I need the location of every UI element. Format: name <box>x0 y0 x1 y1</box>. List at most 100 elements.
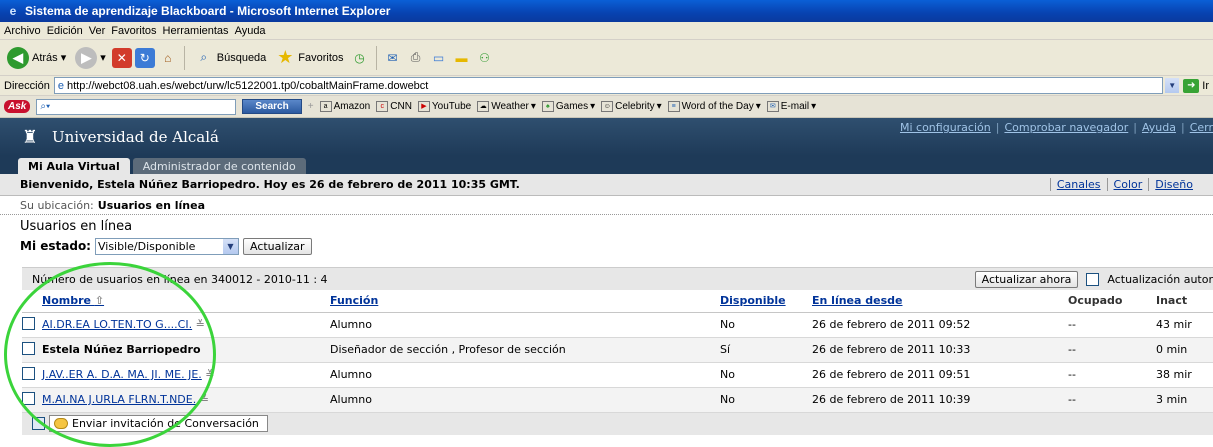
menu-herramientas[interactable]: Herramientas <box>163 25 235 37</box>
address-dropdown[interactable]: ▼ <box>1163 77 1180 94</box>
user-role: Alumno <box>330 387 720 413</box>
browser-toolbar: ◀ Atrás ▾ ▶ ▾ ✕ ↻ ⌂ ⌕ Búsqueda ★ Favorit… <box>0 40 1213 76</box>
forward-arrow-icon: ▶ <box>75 46 98 69</box>
messenger-icon[interactable]: ⚇ <box>475 48 495 68</box>
email-icon: ✉ <box>766 101 779 112</box>
user-online-since: 26 de febrero de 2011 09:51 <box>812 362 1068 388</box>
auto-update-label: Actualización autor <box>1107 272 1213 286</box>
user-role: Alumno <box>330 312 720 338</box>
menu-favoritos[interactable]: Favoritos <box>111 25 162 37</box>
tab-administrador-contenido[interactable]: Administrador de contenido <box>132 158 306 174</box>
link-ayuda[interactable]: Ayuda <box>1142 121 1176 134</box>
link-color[interactable]: Color <box>1106 178 1149 191</box>
row-checkbox[interactable] <box>22 341 35 355</box>
forward-button[interactable]: ▶ ▾ <box>72 45 109 71</box>
toolbar-separator <box>183 45 185 70</box>
online-count: Número de usuarios en línea en 340012 - … <box>32 272 328 286</box>
user-name-link[interactable]: J.AV..ER A. D.A. MA. JI. ME. JE. <box>42 368 202 381</box>
user-online-since: 26 de febrero de 2011 10:39 <box>812 387 1068 413</box>
favorites-button[interactable]: ★ Favoritos <box>272 46 346 70</box>
ask-toolbar: Ask ⌕▾ Search + a Amazon c CNN ▶ YouTube ☁ W… <box>0 96 1213 118</box>
back-button[interactable]: ◀ Atrás ▾ <box>4 45 69 71</box>
print-icon[interactable]: ⎙ <box>406 48 426 68</box>
back-arrow-icon: ◀ <box>7 46 29 69</box>
ask-item-weather[interactable]: ☁ Weather ▾ <box>477 101 536 112</box>
user-busy: -- <box>1068 337 1156 363</box>
book-icon: ≡ <box>667 101 680 112</box>
ask-item-email[interactable]: ✉ E-mail ▾ <box>766 101 816 112</box>
folder-icon[interactable]: ▬ <box>452 48 472 68</box>
select-all-checkbox[interactable] <box>32 417 45 430</box>
ask-item-games[interactable]: ♠ Games ▾ <box>541 101 595 112</box>
profile-icon: ≚ <box>199 393 209 406</box>
column-funcion[interactable]: Función <box>330 290 720 313</box>
ask-item-celebrity[interactable]: ☺ Celebrity ▾ <box>601 101 662 112</box>
link-mi-configuracion[interactable]: Mi configuración <box>900 121 991 134</box>
toolbar-divider-icon: + <box>307 101 314 112</box>
ask-search-input[interactable]: ⌕▾ <box>36 98 237 115</box>
refresh-icon[interactable]: ↻ <box>134 47 155 68</box>
row-checkbox[interactable] <box>22 391 35 405</box>
ask-search-button[interactable]: Search <box>242 99 302 114</box>
row-checkbox[interactable] <box>22 366 35 380</box>
window-title-bar: e Sistema de aprendizaje Blackboard - Mi… <box>0 0 1213 22</box>
toolbar-separator <box>375 45 377 70</box>
column-en-linea-desde[interactable]: En línea desde <box>812 290 1068 313</box>
row-checkbox[interactable] <box>22 316 35 330</box>
home-icon[interactable]: ⌂ <box>158 48 178 68</box>
user-name-link[interactable]: M.AI.NA J.URLA FLRN.T.NDE. <box>42 393 196 406</box>
ask-item-amazon[interactable]: a Amazon <box>319 101 370 112</box>
column-nombre[interactable]: Nombre ⇧ <box>42 290 330 313</box>
search-icon: ⌕ <box>200 50 208 64</box>
menu-ver[interactable]: Ver <box>89 25 112 37</box>
address-input[interactable]: e http://webct08.uah.es/webct/urw/lc5122… <box>53 77 1164 94</box>
link-canales[interactable]: Canales <box>1049 178 1107 191</box>
mail-icon[interactable]: ✉ <box>383 48 403 68</box>
history-icon[interactable]: ◷ <box>350 48 370 68</box>
send-chat-invite-button[interactable]: Enviar invitación de Conversación <box>49 415 268 432</box>
menu-ayuda[interactable]: Ayuda <box>235 25 272 37</box>
celebrity-icon: ☺ <box>601 101 614 112</box>
welcome-bar: Bienvenido, Estela Núñez Barriopedro. Ho… <box>0 174 1213 196</box>
breadcrumb-current: Usuarios en línea <box>97 198 206 212</box>
crest-icon: ♜ <box>21 126 39 148</box>
chevron-down-icon: ▼ <box>1165 78 1180 93</box>
go-button[interactable]: ➜ Ir <box>1179 78 1213 93</box>
user-busy: -- <box>1068 362 1156 388</box>
user-name-link[interactable]: AI.DR.EA LO.TEN.TO G....CI. <box>42 318 192 331</box>
stop-icon[interactable]: ✕ <box>111 47 132 68</box>
institution-logo: ♜ Universidad de Alcalá <box>18 125 219 149</box>
column-disponible[interactable]: Disponible <box>720 290 812 313</box>
page-icon: e <box>57 79 64 92</box>
ask-item-word-of-day[interactable]: ≡ Word of the Day ▾ <box>667 101 761 112</box>
menu-edicion[interactable]: Edición <box>47 25 89 37</box>
breadcrumb-label: Su ubicación: <box>20 198 94 212</box>
search-button[interactable]: ⌕ Búsqueda <box>191 46 270 70</box>
online-users-panel: Número de usuarios en línea en 340012 - … <box>22 267 1213 435</box>
auto-update-checkbox[interactable] <box>1086 272 1100 286</box>
sort-arrow-icon: ⇧ <box>94 294 105 308</box>
table-row: J.AV..ER A. D.A. MA. JI. ME. JE. ≚ Alumn… <box>22 362 1213 388</box>
games-icon: ♠ <box>541 101 554 112</box>
table-row: Estela Núñez Barriopedro Diseñador de se… <box>22 337 1213 363</box>
user-role: Diseñador de sección , Profesor de secci… <box>330 337 720 363</box>
search-icon: ⌕▾ <box>40 101 51 112</box>
tab-mi-aula-virtual[interactable]: Mi Aula Virtual <box>18 158 130 174</box>
welcome-text: Bienvenido, Estela Núñez Barriopedro. Ho… <box>20 178 520 191</box>
status-select[interactable]: Visible/Disponible ▼ <box>94 237 239 255</box>
update-status-button[interactable]: Actualizar <box>242 237 312 255</box>
update-now-button[interactable]: Actualizar ahora <box>974 270 1079 288</box>
link-diseno[interactable]: Diseño <box>1148 178 1199 191</box>
menu-archivo[interactable]: Archivo <box>4 25 47 37</box>
link-comprobar-navegador[interactable]: Comprobar navegador <box>1004 121 1128 134</box>
ask-item-cnn[interactable]: c CNN <box>376 101 412 112</box>
chat-bubble-icon <box>54 418 68 429</box>
user-available: No <box>720 362 812 388</box>
profile-icon: ≚ <box>205 368 215 381</box>
ask-item-youtube[interactable]: ▶ YouTube <box>417 101 471 112</box>
link-cerrar[interactable]: Cerr <box>1190 121 1213 134</box>
user-role: Alumno <box>330 362 720 388</box>
edit-icon[interactable]: ▭ <box>429 48 449 68</box>
user-idle: 43 mir <box>1156 312 1213 338</box>
cnn-icon: c <box>376 101 389 112</box>
